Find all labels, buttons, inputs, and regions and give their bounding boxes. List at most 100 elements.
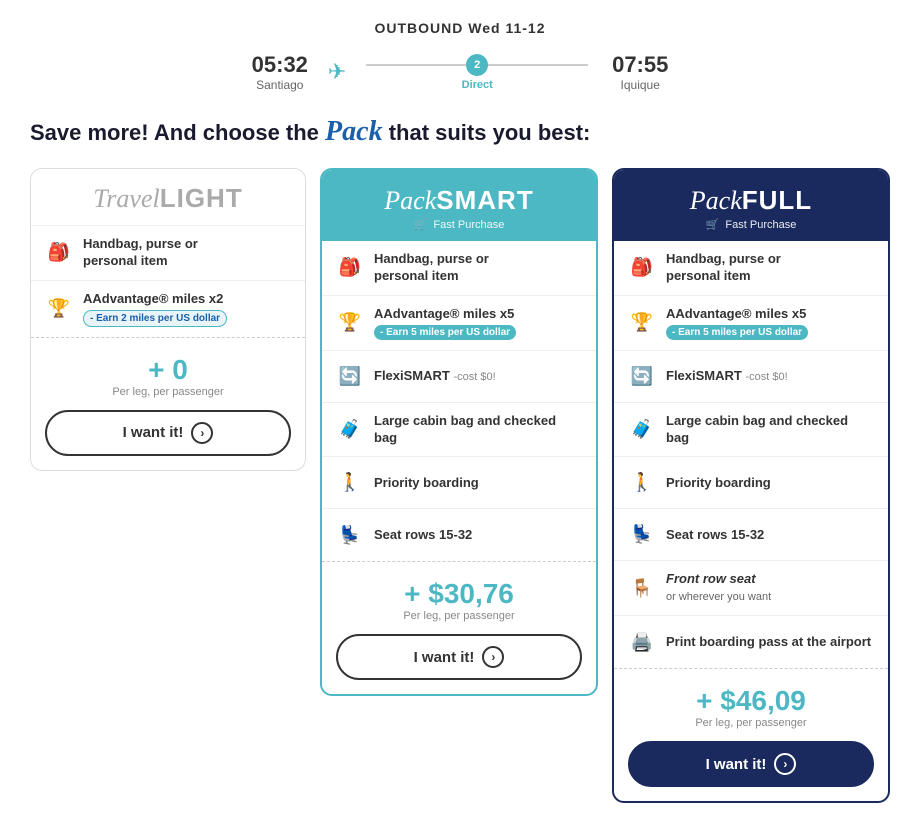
- card-light-btn-label: I want it!: [123, 424, 184, 441]
- card-light-price-sub: Per leg, per passenger: [45, 386, 291, 398]
- bag-text-full: Large cabin bag and checked bag: [666, 413, 874, 447]
- card-smart-title: PackSMART: [338, 184, 580, 216]
- card-full-header: PackFULL 🛒 Fast Purchase: [614, 170, 888, 241]
- promo-heading: Save more! And choose the Pack that suit…: [20, 116, 900, 148]
- miles-icon-light: 🏆: [45, 295, 73, 323]
- card-full-price: + $46,09: [628, 685, 874, 717]
- handbag-text-light: Handbag, purse orpersonal item: [83, 236, 198, 270]
- handbag-icon-full: 🎒: [628, 254, 656, 282]
- card-light: TravelLIGHT 🎒 Handbag, purse orpersonal …: [30, 168, 306, 471]
- feature-bag-smart: 🧳 Large cabin bag and checked bag: [322, 403, 596, 458]
- departure-block: 05:32 Santiago: [240, 52, 320, 92]
- card-full-price-sub: Per leg, per passenger: [628, 717, 874, 729]
- feature-bag-full: 🧳 Large cabin bag and checked bag: [614, 403, 888, 458]
- arrival-city: Iquique: [600, 78, 680, 92]
- cards-container: TravelLIGHT 🎒 Handbag, purse orpersonal …: [20, 168, 900, 803]
- outbound-title: OUTBOUND Wed 11-12: [375, 20, 546, 36]
- handbag-icon-smart: 🎒: [336, 254, 364, 282]
- card-light-title: TravelLIGHT: [47, 183, 289, 215]
- card-full-fast-purchase: 🛒 Fast Purchase: [630, 218, 872, 231]
- seats-text-smart: Seat rows 15-32: [374, 527, 472, 544]
- card-light-footer: + 0 Per leg, per passenger I want it! ›: [31, 337, 305, 470]
- flight-line: 2 Direct: [366, 54, 588, 91]
- promo-pack-word: Pack: [325, 116, 383, 147]
- line-left: [366, 64, 466, 66]
- miles-badge-light: - Earn 2 miles per US dollar: [83, 310, 227, 327]
- bag-text-smart: Large cabin bag and checked bag: [374, 413, 582, 447]
- miles-badge-full: - Earn 5 miles per US dollar: [666, 325, 808, 340]
- seats-icon-full: 💺: [628, 521, 656, 549]
- card-light-btn[interactable]: I want it! ›: [45, 410, 291, 456]
- priority-text-full: Priority boarding: [666, 475, 771, 492]
- miles-text-smart: AAdvantage® miles x5 - Earn 5 miles per …: [374, 306, 516, 340]
- card-smart-btn[interactable]: I want it! ›: [336, 634, 582, 680]
- handbag-text-full: Handbag, purse orpersonal item: [666, 251, 781, 285]
- flexi-icon-smart: 🔄: [336, 362, 364, 390]
- fast-purchase-icon-smart: 🛒: [414, 219, 428, 231]
- feature-priority-smart: 🚶 Priority boarding: [322, 457, 596, 509]
- direct-label: Direct: [462, 79, 493, 91]
- card-smart-features: 🎒 Handbag, purse orpersonal item 🏆 AAdva…: [322, 241, 596, 561]
- priority-icon-full: 🚶: [628, 469, 656, 497]
- fast-purchase-icon-full: 🛒: [706, 219, 720, 231]
- feature-handbag-light: 🎒 Handbag, purse orpersonal item: [31, 226, 305, 281]
- frontrow-icon-full: 🪑: [628, 574, 656, 602]
- departure-city: Santiago: [240, 78, 320, 92]
- feature-miles-smart: 🏆 AAdvantage® miles x5 - Earn 5 miles pe…: [322, 296, 596, 351]
- card-full-title: PackFULL: [630, 184, 872, 216]
- seats-text-full: Seat rows 15-32: [666, 527, 764, 544]
- card-full-btn-arrow: ›: [774, 753, 796, 775]
- miles-text-light: AAdvantage® miles x2 - Earn 2 miles per …: [83, 291, 227, 327]
- card-full-btn[interactable]: I want it! ›: [628, 741, 874, 787]
- feature-miles-full: 🏆 AAdvantage® miles x5 - Earn 5 miles pe…: [614, 296, 888, 351]
- card-light-features: 🎒 Handbag, purse orpersonal item 🏆 AAdva…: [31, 226, 305, 337]
- feature-seats-smart: 💺 Seat rows 15-32: [322, 509, 596, 561]
- plane-icon: ✈: [328, 59, 346, 85]
- flight-info: 05:32 Santiago ✈ 2 Direct 07:55 Iquique: [20, 52, 900, 92]
- card-full-btn-label: I want it!: [706, 756, 767, 773]
- frontrow-sub: or wherever you want: [666, 591, 771, 603]
- feature-priority-full: 🚶 Priority boarding: [614, 457, 888, 509]
- feature-miles-light: 🏆 AAdvantage® miles x2 - Earn 2 miles pe…: [31, 281, 305, 337]
- feature-flexi-full: 🔄 FlexiSMART -cost $0!: [614, 351, 888, 403]
- departure-time: 05:32: [240, 52, 320, 78]
- card-full: PackFULL 🛒 Fast Purchase 🎒 Handbag, purs…: [612, 168, 890, 803]
- promo-text-before: Save more! And choose the: [30, 120, 325, 145]
- priority-text-smart: Priority boarding: [374, 475, 479, 492]
- arrival-block: 07:55 Iquique: [600, 52, 680, 92]
- flexi-cost-smart: -cost $0!: [453, 371, 495, 383]
- feature-frontrow-full: 🪑 Front row seat or wherever you want: [614, 561, 888, 616]
- line-right: [488, 64, 588, 66]
- miles-badge-smart: - Earn 5 miles per US dollar: [374, 325, 516, 340]
- frontrow-text-full: Front row seat or wherever you want: [666, 571, 771, 605]
- miles-text-full: AAdvantage® miles x5 - Earn 5 miles per …: [666, 306, 808, 340]
- handbag-icon-light: 🎒: [45, 239, 73, 267]
- boarding-pass-icon-full: 🖨️: [628, 628, 656, 656]
- page-header: OUTBOUND Wed 11-12: [20, 20, 900, 36]
- card-light-header: TravelLIGHT: [31, 169, 305, 226]
- card-smart-header: PackSMART 🛒 Fast Purchase: [322, 170, 596, 241]
- card-full-footer: + $46,09 Per leg, per passenger I want i…: [614, 668, 888, 801]
- stops-dot: 2: [466, 54, 488, 76]
- miles-icon-smart: 🏆: [336, 309, 364, 337]
- card-full-features: 🎒 Handbag, purse orpersonal item 🏆 AAdva…: [614, 241, 888, 668]
- flexi-icon-full: 🔄: [628, 362, 656, 390]
- feature-boarding-pass-full: 🖨️ Print boarding pass at the airport: [614, 616, 888, 668]
- card-smart: PackSMART 🛒 Fast Purchase 🎒 Handbag, pur…: [320, 168, 598, 696]
- feature-seats-full: 💺 Seat rows 15-32: [614, 509, 888, 561]
- bag-icon-smart: 🧳: [336, 416, 364, 444]
- feature-handbag-full: 🎒 Handbag, purse orpersonal item: [614, 241, 888, 296]
- arrival-time: 07:55: [600, 52, 680, 78]
- handbag-text-smart: Handbag, purse orpersonal item: [374, 251, 489, 285]
- flexi-text-smart: FlexiSMART -cost $0!: [374, 368, 496, 385]
- promo-text-after: that suits you best:: [383, 120, 591, 145]
- feature-flexi-smart: 🔄 FlexiSMART -cost $0!: [322, 351, 596, 403]
- flexi-cost-full: -cost $0!: [745, 371, 787, 383]
- frontrow-italic: Front row seat: [666, 571, 756, 586]
- feature-handbag-smart: 🎒 Handbag, purse orpersonal item: [322, 241, 596, 296]
- flexi-text-full: FlexiSMART -cost $0!: [666, 368, 788, 385]
- bag-icon-full: 🧳: [628, 416, 656, 444]
- card-smart-footer: + $30,76 Per leg, per passenger I want i…: [322, 561, 596, 694]
- card-light-price: + 0: [45, 354, 291, 386]
- card-smart-fast-purchase: 🛒 Fast Purchase: [338, 218, 580, 231]
